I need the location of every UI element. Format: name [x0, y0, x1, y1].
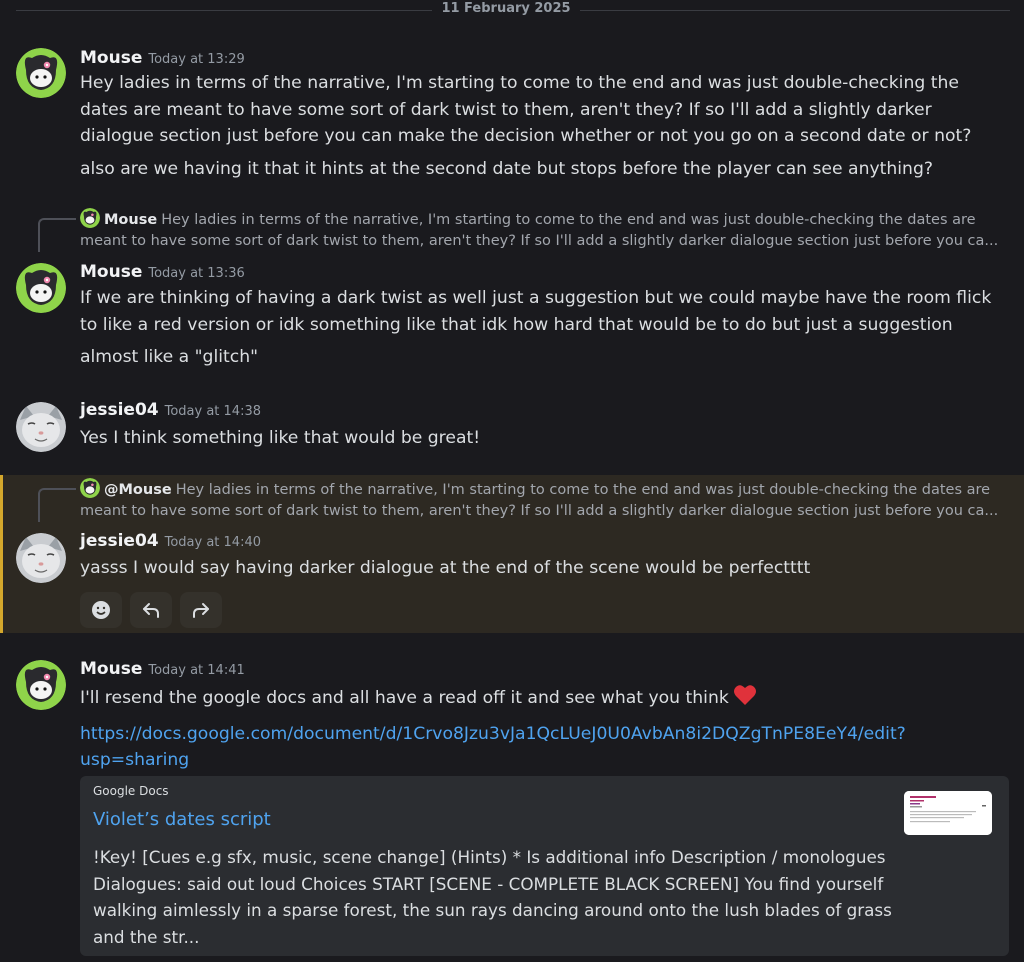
add-reaction-icon: [92, 601, 110, 619]
message-text-body: I'll resend the google docs and all have…: [80, 688, 729, 708]
message-text: almost like a "glitch": [80, 347, 259, 367]
google-docs-link[interactable]: https://docs.google.com/document/d/1Crvo…: [80, 724, 906, 771]
username[interactable]: jessie04: [80, 400, 159, 420]
username[interactable]: Mouse: [80, 48, 142, 68]
message-header: Mouse Today at 13:36: [80, 262, 245, 284]
embed-title[interactable]: Violet’s dates script: [93, 809, 271, 830]
reply-username[interactable]: @Mouse: [104, 482, 172, 498]
username[interactable]: Mouse: [80, 262, 142, 282]
reply-icon: [143, 603, 159, 618]
message-content: I'll resend the google docs and all have…: [80, 684, 1010, 774]
kuromi-avatar-icon: [80, 208, 100, 228]
document-thumbnail-icon[interactable]: [904, 791, 992, 835]
message-text: I'll resend the google docs and all have…: [80, 684, 1010, 715]
message-text: Hey ladies in terms of the narrative, I'…: [80, 73, 972, 146]
message-header: jessie04 Today at 14:40: [80, 531, 261, 553]
message-link-line: https://docs.google.com/document/d/1Crvo…: [80, 721, 1010, 774]
reply-preview[interactable]: Mouse Hey ladies in terms of the narrativ…: [80, 208, 1010, 252]
link-embed: Google Docs Violet’s dates script !Key! …: [80, 776, 1009, 956]
reply-text: Hey ladies in terms of the narrative, I'…: [80, 482, 999, 519]
reply-preview[interactable]: @Mouse Hey ladies in terms of the narrati…: [80, 478, 1010, 522]
cat-avatar-icon[interactable]: [16, 402, 66, 452]
chat-log: 11 February 2025 Mouse Today at 13:29 Hey…: [0, 0, 1024, 962]
reply-text: Hey ladies in terms of the narrative, I'…: [80, 212, 999, 249]
timestamp: Today at 14:38: [164, 404, 261, 419]
date-divider: 11 February 2025: [0, 0, 1010, 22]
embed-provider[interactable]: Google Docs: [93, 784, 169, 798]
message-header: Mouse Today at 13:29: [80, 48, 245, 70]
red-heart-icon: [733, 684, 757, 715]
kuromi-avatar-icon: [80, 478, 100, 498]
reply-spine: [38, 488, 76, 522]
message-content: yasss I would say having darker dialogue…: [80, 555, 1010, 582]
timestamp: Today at 14:40: [164, 535, 261, 550]
message-content: Hey ladies in terms of the narrative, I'…: [80, 70, 1010, 182]
divider-line-right: [580, 10, 1010, 11]
reply-username[interactable]: Mouse: [104, 212, 157, 228]
timestamp: Today at 13:36: [148, 266, 245, 281]
reply-button[interactable]: [130, 592, 172, 628]
timestamp: Today at 13:29: [148, 52, 245, 67]
forward-button[interactable]: [180, 592, 222, 628]
message-header: Mouse Today at 14:41: [80, 659, 245, 681]
cat-avatar-icon[interactable]: [16, 533, 66, 583]
username[interactable]: jessie04: [80, 531, 159, 551]
add-reaction-button[interactable]: [80, 592, 122, 628]
username[interactable]: Mouse: [80, 659, 142, 679]
reply-spine: [38, 218, 76, 252]
message-header: jessie04 Today at 14:38: [80, 400, 261, 422]
divider-line-left: [16, 10, 432, 11]
message-content: Yes I think something like that would be…: [80, 425, 1010, 452]
message-content: If we are thinking of having a dark twis…: [80, 285, 1010, 371]
date-divider-label: 11 February 2025: [441, 1, 571, 16]
message-text: If we are thinking of having a dark twis…: [80, 288, 992, 335]
forward-icon: [193, 603, 209, 618]
message-text: also are we having it that it hints at t…: [80, 158, 933, 179]
message-text: Yes I think something like that would be…: [80, 428, 481, 448]
embed-description: !Key! [Cues e.g sfx, music, scene change…: [93, 847, 892, 947]
kuromi-avatar-icon[interactable]: [16, 48, 66, 98]
kuromi-avatar-icon[interactable]: [16, 660, 66, 710]
kuromi-avatar-icon[interactable]: [16, 263, 66, 313]
message-text: yasss I would say having darker dialogue…: [80, 558, 811, 578]
timestamp: Today at 14:41: [148, 663, 245, 678]
